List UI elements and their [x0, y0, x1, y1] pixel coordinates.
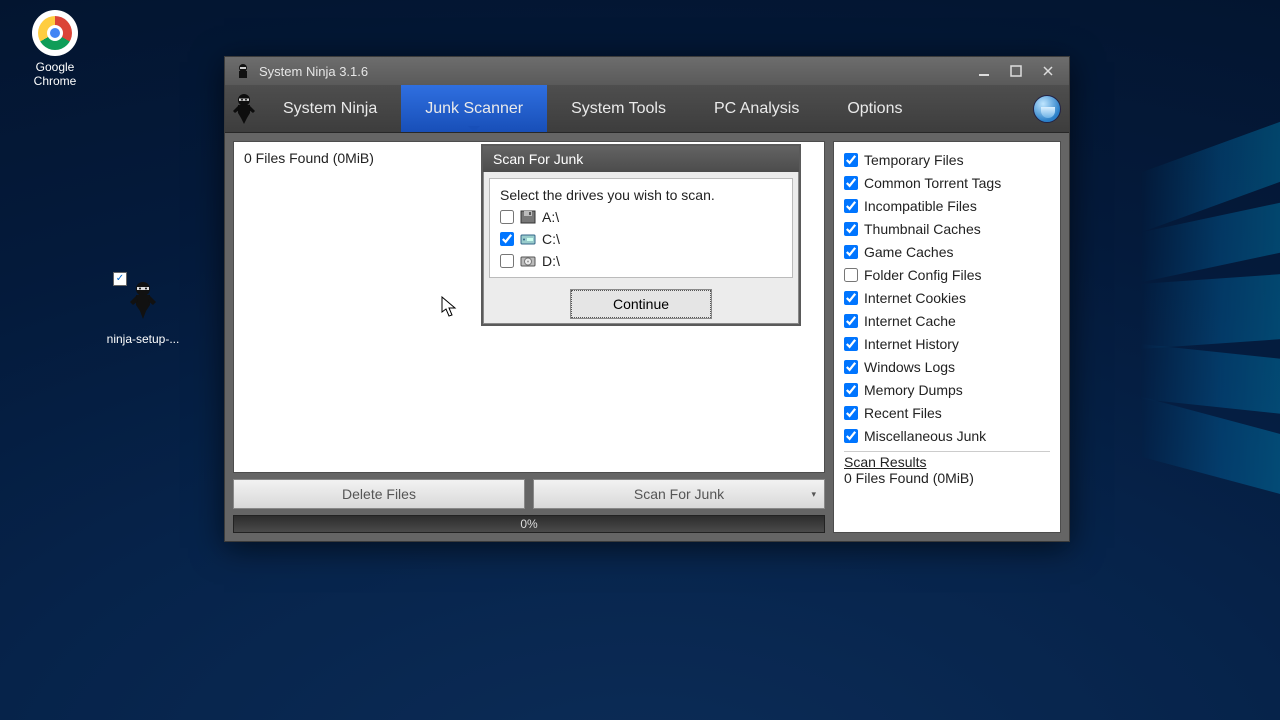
progress-bar: 0%	[233, 515, 825, 533]
app-icon	[235, 63, 251, 79]
tab-pc-analysis[interactable]: PC Analysis	[690, 85, 823, 132]
app-window: System Ninja 3.1.6 System Ninja Junk Sca…	[224, 56, 1070, 542]
scan-dialog: Scan For Junk Select the drives you wish…	[481, 144, 801, 326]
scan-option-checkbox[interactable]	[844, 245, 858, 259]
window-title: System Ninja 3.1.6	[259, 64, 368, 79]
tab-label: System Ninja	[283, 100, 377, 118]
tab-system-tools[interactable]: System Tools	[547, 85, 690, 132]
ninja-logo-icon	[229, 85, 259, 132]
scan-option-label: Internet History	[864, 336, 959, 352]
scan-option-label: Internet Cookies	[864, 290, 966, 306]
dialog-instruction: Select the drives you wish to scan.	[500, 187, 782, 203]
scan-option-label: Miscellaneous Junk	[864, 428, 986, 444]
tab-label: Options	[847, 100, 902, 118]
tab-junk-scanner[interactable]: Junk Scanner	[401, 85, 547, 132]
scan-results-heading: Scan Results	[844, 454, 1050, 470]
scan-option-label: Game Caches	[864, 244, 953, 260]
scan-option-checkbox[interactable]	[844, 291, 858, 305]
drive-option[interactable]: A:\	[500, 209, 782, 225]
scan-option[interactable]: Internet History	[844, 332, 1050, 355]
drive-option[interactable]: D:\	[500, 253, 782, 269]
minimize-button[interactable]	[969, 61, 999, 81]
scan-option-checkbox[interactable]	[844, 199, 858, 213]
profile-orb[interactable]	[1025, 85, 1069, 132]
tab-options[interactable]: Options	[823, 85, 926, 132]
scan-option-checkbox[interactable]	[844, 153, 858, 167]
scan-for-junk-button[interactable]: Scan For Junk	[533, 479, 825, 509]
dialog-title: Scan For Junk	[483, 146, 799, 172]
results-pane: 0 Files Found (0MiB) Scan For Junk Selec…	[233, 141, 825, 473]
scan-option-checkbox[interactable]	[844, 360, 858, 374]
scan-option[interactable]: Miscellaneous Junk	[844, 424, 1050, 447]
scan-option-label: Incompatible Files	[864, 198, 977, 214]
scan-option[interactable]: Internet Cache	[844, 309, 1050, 332]
scan-option[interactable]: Recent Files	[844, 401, 1050, 424]
scan-option[interactable]: Thumbnail Caches	[844, 217, 1050, 240]
delete-files-button[interactable]: Delete Files	[233, 479, 525, 509]
tab-label: Junk Scanner	[425, 100, 523, 118]
scan-option[interactable]: Internet Cookies	[844, 286, 1050, 309]
progress-text: 0%	[520, 517, 537, 531]
drive-icon	[520, 232, 536, 246]
drive-checkbox[interactable]	[500, 210, 514, 224]
drive-label: C:\	[542, 231, 560, 247]
scan-option-checkbox[interactable]	[844, 314, 858, 328]
scan-option-label: Recent Files	[864, 405, 942, 421]
drive-label: D:\	[542, 253, 560, 269]
drive-option[interactable]: C:\	[500, 231, 782, 247]
flask-icon	[1033, 95, 1061, 123]
scan-option-checkbox[interactable]	[844, 176, 858, 190]
scan-option-label: Memory Dumps	[864, 382, 963, 398]
continue-button[interactable]: Continue	[571, 290, 711, 318]
desktop-icon-label: ninja-setup-...	[98, 332, 188, 346]
cursor-icon	[441, 296, 459, 318]
ninja-file-icon: ✓	[119, 280, 167, 328]
scan-option[interactable]: Game Caches	[844, 240, 1050, 263]
tab-label: System Tools	[571, 100, 666, 118]
drive-checkbox[interactable]	[500, 232, 514, 246]
scan-option-label: Temporary Files	[864, 152, 964, 168]
scan-results-text: 0 Files Found (0MiB)	[844, 470, 1050, 486]
chrome-icon	[32, 10, 78, 56]
drive-icon	[520, 254, 536, 268]
scan-option-checkbox[interactable]	[844, 268, 858, 282]
button-label: Scan For Junk	[634, 486, 724, 502]
scan-option-label: Common Torrent Tags	[864, 175, 1001, 191]
scan-option-label: Folder Config Files	[864, 267, 982, 283]
scan-option-checkbox[interactable]	[844, 406, 858, 420]
results-summary: 0 Files Found (0MiB)	[244, 150, 374, 166]
tab-label: PC Analysis	[714, 100, 799, 118]
titlebar[interactable]: System Ninja 3.1.6	[225, 57, 1069, 85]
scan-options-panel: Temporary Files Common Torrent Tags Incomp…	[833, 141, 1061, 533]
scan-option-checkbox[interactable]	[844, 429, 858, 443]
desktop-icon-label: Google Chrome	[10, 60, 100, 88]
scan-option-label: Internet Cache	[864, 313, 956, 329]
scan-option-label: Thumbnail Caches	[864, 221, 981, 237]
drive-icon	[520, 210, 536, 224]
main-tabs: System Ninja Junk Scanner System Tools P…	[225, 85, 1069, 133]
scan-option[interactable]: Memory Dumps	[844, 378, 1050, 401]
scan-option[interactable]: Windows Logs	[844, 355, 1050, 378]
scan-option-checkbox[interactable]	[844, 222, 858, 236]
scan-option-label: Windows Logs	[864, 359, 955, 375]
maximize-button[interactable]	[1001, 61, 1031, 81]
button-label: Delete Files	[342, 486, 416, 502]
drive-checkbox[interactable]	[500, 254, 514, 268]
close-button[interactable]	[1033, 61, 1063, 81]
scan-option[interactable]: Temporary Files	[844, 148, 1050, 171]
scan-option[interactable]: Common Torrent Tags	[844, 171, 1050, 194]
desktop-icon-ninja-setup[interactable]: ✓ ninja-setup-...	[98, 276, 188, 346]
drive-label: A:\	[542, 209, 559, 225]
scan-option[interactable]: Folder Config Files	[844, 263, 1050, 286]
scan-option-checkbox[interactable]	[844, 337, 858, 351]
tab-system-ninja[interactable]: System Ninja	[259, 85, 401, 132]
scan-option[interactable]: Incompatible Files	[844, 194, 1050, 217]
scan-option-checkbox[interactable]	[844, 383, 858, 397]
desktop-icon-chrome[interactable]: Google Chrome	[10, 10, 100, 88]
